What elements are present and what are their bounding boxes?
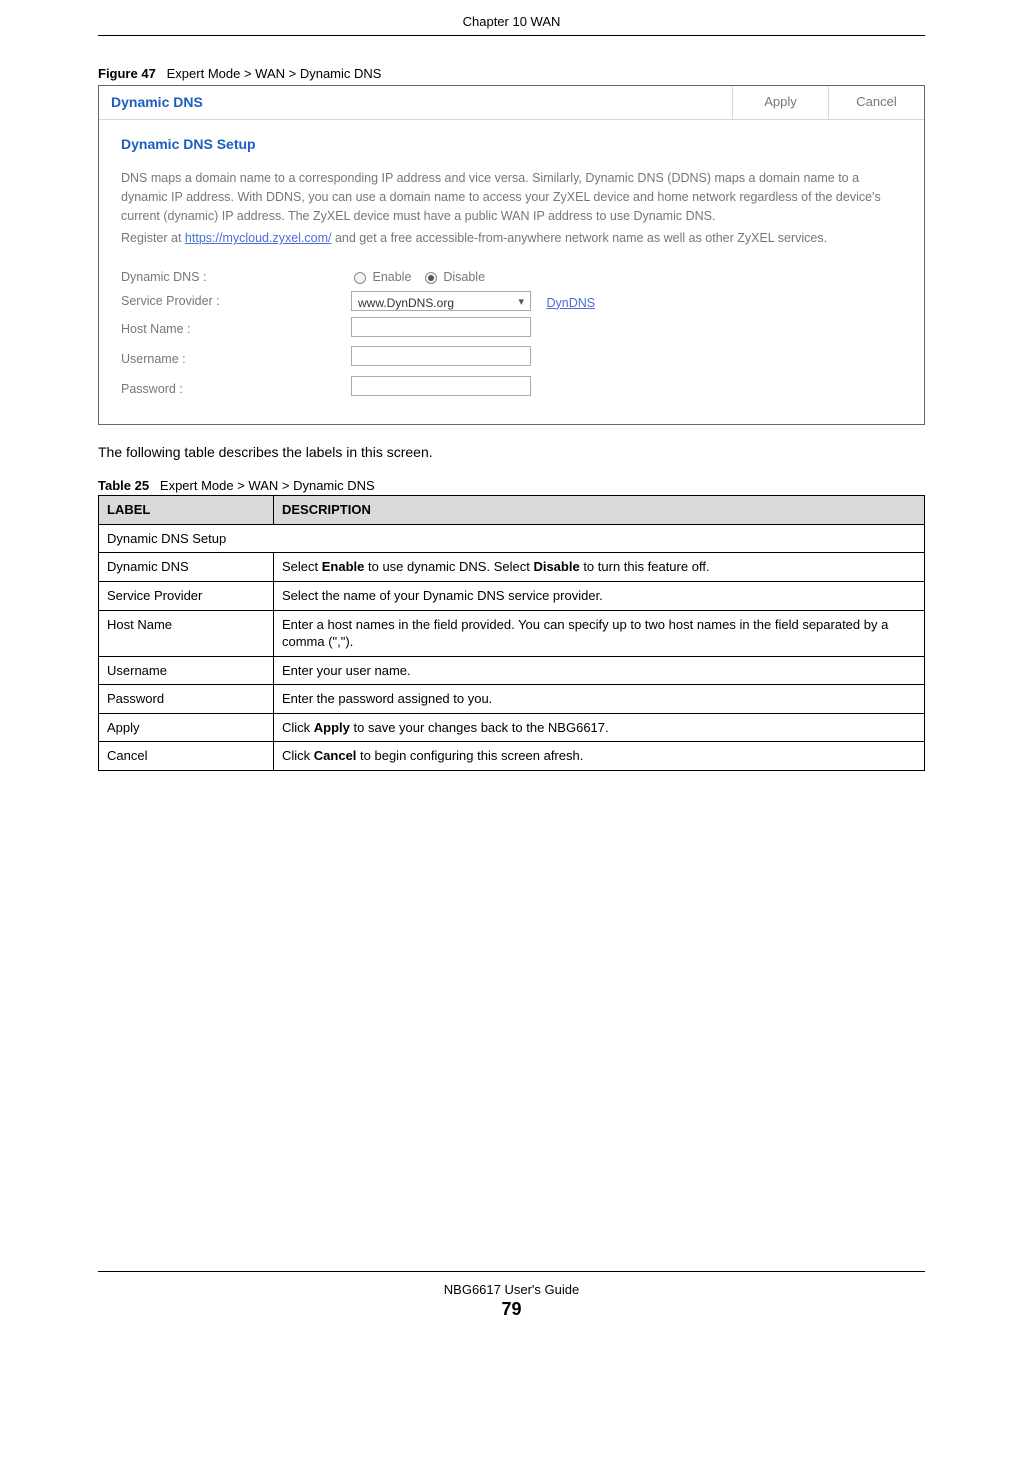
intro-text: The following table describes the labels…: [98, 443, 925, 463]
footer-page-number: 79: [98, 1299, 925, 1320]
enable-label: Enable: [372, 270, 411, 284]
cancel-button[interactable]: Cancel: [828, 86, 924, 119]
table-row: Dynamic DNS Setup: [99, 524, 925, 553]
figure-screenshot: Dynamic DNS Apply Cancel Dynamic DNS Set…: [98, 85, 925, 425]
footer-guide: NBG6617 User's Guide: [98, 1282, 925, 1297]
page-footer: NBG6617 User's Guide 79: [98, 1271, 925, 1320]
setup-desc-1: DNS maps a domain name to a correspondin…: [121, 169, 902, 225]
figure-caption: Figure 47 Expert Mode > WAN > Dynamic DN…: [98, 66, 925, 81]
apply-button[interactable]: Apply: [732, 86, 828, 119]
table-row: Host Name Enter a host names in the fiel…: [99, 610, 925, 656]
th-desc: DESCRIPTION: [274, 496, 925, 525]
username-label: Username :: [121, 344, 351, 374]
provider-label: Service Provider :: [121, 289, 351, 315]
provider-link[interactable]: DynDNS: [546, 296, 595, 310]
provider-select[interactable]: www.DynDNS.org: [351, 291, 531, 311]
chapter-header: Chapter 10 WAN: [98, 0, 925, 35]
hostname-label: Host Name :: [121, 315, 351, 345]
table-caption: Table 25 Expert Mode > WAN > Dynamic DNS: [98, 478, 925, 493]
table-row: Dynamic DNS Select Enable to use dynamic…: [99, 553, 925, 582]
description-table: LABEL DESCRIPTION Dynamic DNS Setup Dyna…: [98, 495, 925, 770]
password-input[interactable]: [351, 376, 531, 396]
disable-label: Disable: [443, 270, 485, 284]
th-label: LABEL: [99, 496, 274, 525]
table-row: Password Enter the password assigned to …: [99, 685, 925, 714]
table-row: Service Provider Select the name of your…: [99, 581, 925, 610]
table-row: Cancel Click Cancel to begin configuring…: [99, 742, 925, 771]
header-rule: [98, 35, 925, 36]
setup-desc-2: Register at https://mycloud.zyxel.com/ a…: [121, 229, 902, 248]
register-link[interactable]: https://mycloud.zyxel.com/: [185, 231, 332, 245]
table-row: Apply Click Apply to save your changes b…: [99, 713, 925, 742]
hostname-input[interactable]: [351, 317, 531, 337]
enable-radio[interactable]: [354, 272, 366, 284]
table-row: Username Enter your user name.: [99, 656, 925, 685]
ddns-label: Dynamic DNS :: [121, 266, 351, 289]
password-label: Password :: [121, 374, 351, 404]
panel-title: Dynamic DNS: [99, 86, 732, 119]
username-input[interactable]: [351, 346, 531, 366]
setup-title: Dynamic DNS Setup: [121, 134, 902, 155]
disable-radio[interactable]: [425, 272, 437, 284]
